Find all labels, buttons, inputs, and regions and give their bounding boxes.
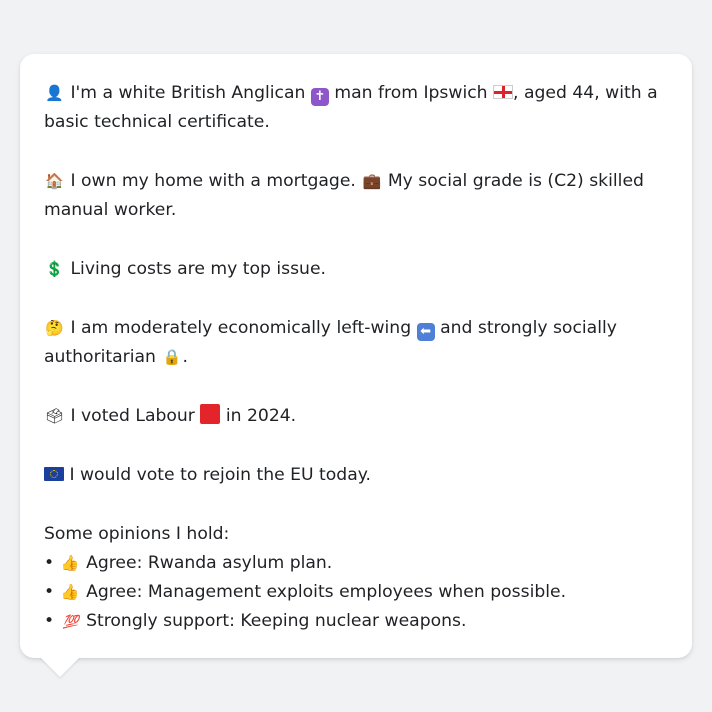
vote-text: I voted Labour	[70, 406, 195, 426]
bullet: •	[44, 582, 55, 602]
list-item: • 👍 Agree: Management exploits employees…	[44, 578, 668, 607]
home-line: 🏠 I own my home with a mortgage. 💼 My so…	[44, 167, 668, 225]
economic-position-text: I am moderately economically left-wing	[70, 318, 412, 338]
house-icon: 🏠	[45, 172, 64, 190]
period-text: .	[182, 347, 188, 367]
eu-line: I would vote to rejoin the EU today.	[44, 461, 668, 490]
left-arrow-icon: ⬅	[416, 323, 435, 341]
location-text: man from Ipswich	[334, 83, 488, 103]
hundred-points-icon: 💯	[62, 615, 79, 630]
message-bubble: 👤 I'm a white British Anglican ✝ man fro…	[20, 54, 692, 658]
bullet: •	[44, 611, 55, 631]
top-issue-text: Living costs are my top issue.	[70, 259, 326, 279]
vote-year-text: in 2024.	[225, 406, 297, 426]
red-square-icon	[200, 404, 221, 424]
issue-line: 💲 Living costs are my top issue.	[44, 255, 668, 284]
opinions-heading: Some opinions I hold:	[44, 524, 230, 544]
identity-text: I'm a white British Anglican	[70, 83, 306, 103]
thumbs-up-icon: 👍	[60, 583, 80, 601]
opinion-text: Agree: Rwanda asylum plan.	[86, 553, 333, 573]
politics-line: 🤔 I am moderately economically left-wing…	[44, 314, 668, 372]
home-text: I own my home with a mortgage.	[70, 171, 356, 191]
lock-icon: 🔒	[162, 348, 182, 366]
dollar-sign-icon: 💲	[45, 260, 64, 278]
opinion-text: Agree: Management exploits employees whe…	[86, 582, 567, 602]
list-item: • 👍 Agree: Rwanda asylum plan.	[44, 549, 668, 578]
opinion-text: Strongly support: Keeping nuclear weapon…	[86, 611, 467, 631]
bubble-tail	[40, 657, 80, 677]
vote-line: 🗳 I voted Labour in 2024.	[44, 402, 668, 431]
ballot-box-icon: 🗳	[44, 407, 65, 425]
thinking-face-icon: 🤔	[45, 319, 64, 337]
person-silhouette-icon: 👤	[45, 84, 64, 102]
bullet: •	[44, 553, 55, 573]
thumbs-up-icon: 👍	[60, 554, 80, 572]
identity-line: 👤 I'm a white British Anglican ✝ man fro…	[44, 79, 668, 137]
list-item: • 💯 Strongly support: Keeping nuclear we…	[44, 607, 668, 637]
eu-text: I would vote to rejoin the EU today.	[69, 465, 371, 485]
eu-flag-icon	[44, 467, 64, 481]
latin-cross-icon: ✝	[310, 88, 329, 106]
briefcase-icon: 💼	[362, 172, 382, 190]
england-flag-icon	[493, 85, 514, 99]
